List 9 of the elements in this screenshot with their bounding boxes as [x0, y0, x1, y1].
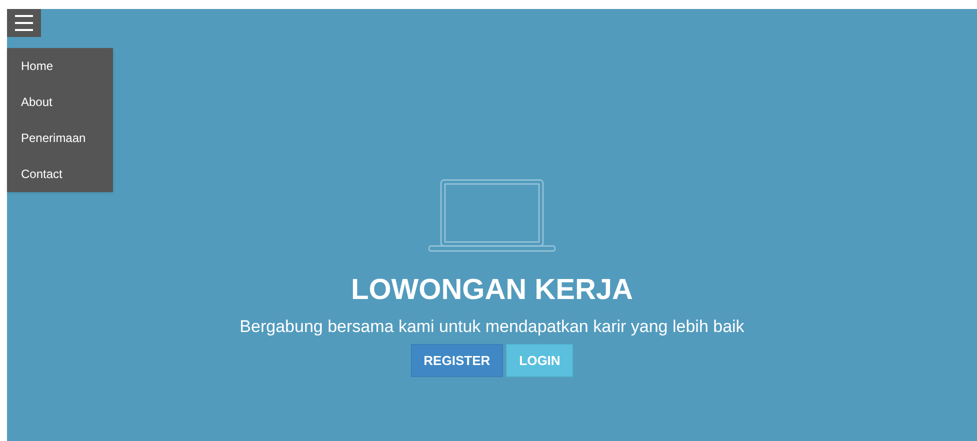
hero-title: LOWONGAN KERJA	[351, 273, 633, 308]
nav-link[interactable]: Home	[7, 48, 113, 84]
laptop-icon	[428, 179, 556, 253]
hero-subtitle: Bergabung bersama kami untuk mendapatkan karir yang lebih baik	[240, 316, 744, 338]
nav-link[interactable]: About	[7, 84, 113, 120]
nav-link[interactable]: Contact	[7, 156, 113, 192]
auth-button[interactable]: REGISTER	[410, 344, 504, 377]
menu-icon[interactable]	[7, 9, 41, 37]
nav-link[interactable]: Penerimaan	[7, 120, 113, 156]
